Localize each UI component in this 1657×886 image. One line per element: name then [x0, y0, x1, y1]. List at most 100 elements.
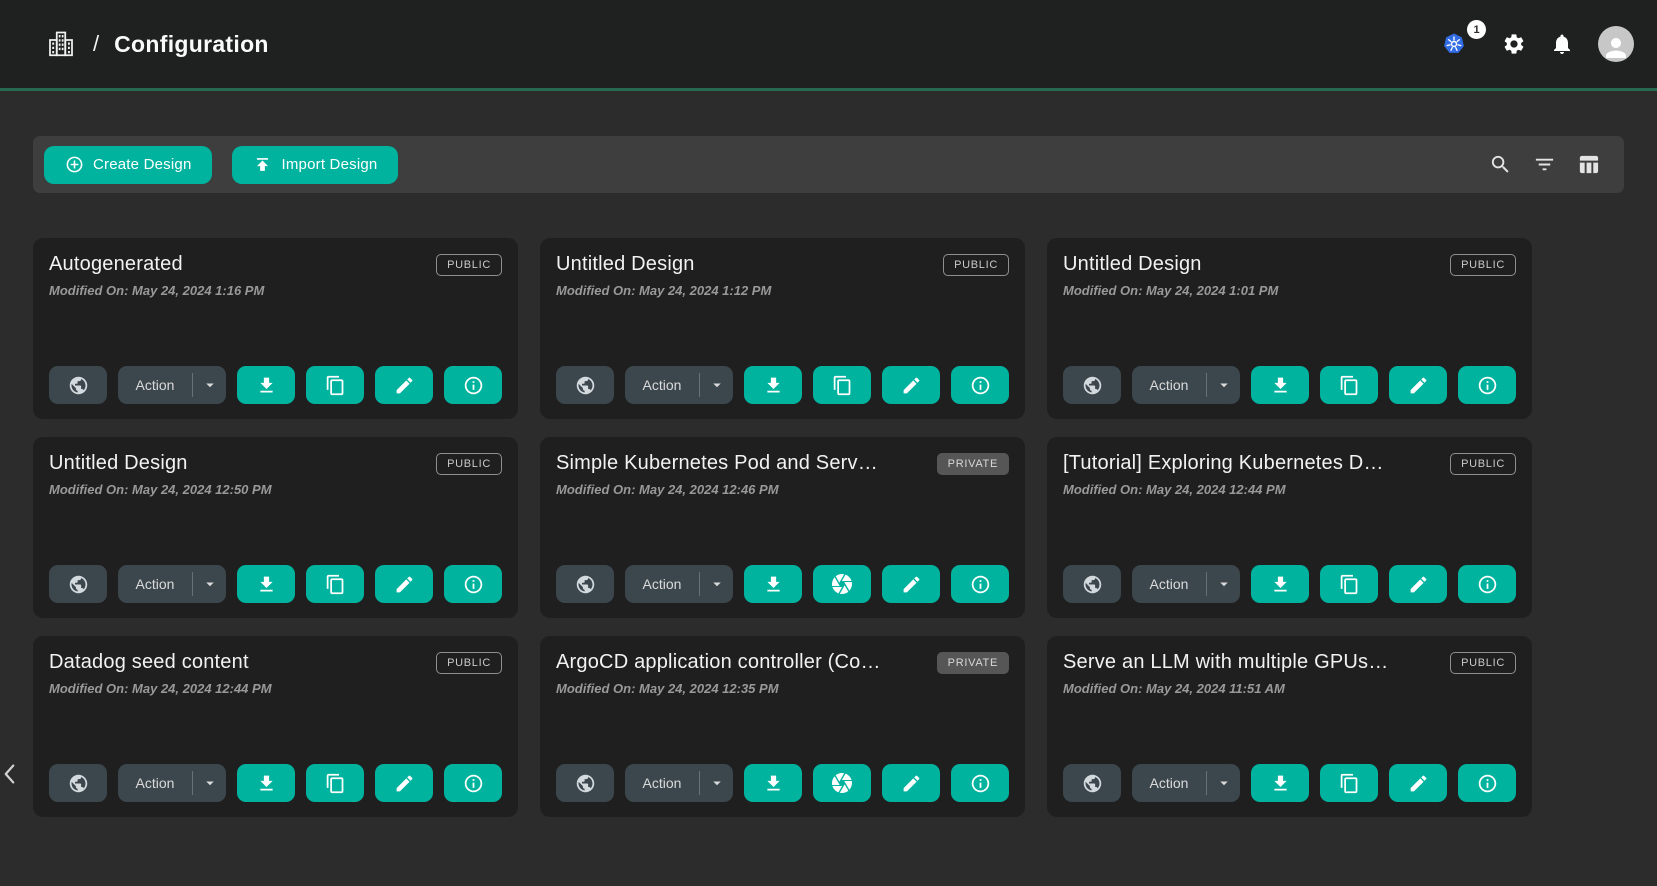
- visibility-globe-button[interactable]: [1063, 366, 1121, 404]
- download-button[interactable]: [1251, 565, 1309, 603]
- info-button[interactable]: [951, 764, 1009, 802]
- clone-icon: [832, 375, 853, 396]
- visibility-badge: PUBLIC: [436, 652, 502, 674]
- download-button[interactable]: [1251, 764, 1309, 802]
- collapse-panel-chevron[interactable]: [2, 760, 22, 788]
- edit-button[interactable]: [375, 565, 433, 603]
- download-button[interactable]: [744, 366, 802, 404]
- download-icon: [1270, 574, 1291, 595]
- download-icon: [1270, 773, 1291, 794]
- kubernetes-context-button[interactable]: 1: [1442, 26, 1478, 62]
- action-split-button[interactable]: Action: [625, 366, 733, 404]
- edit-button[interactable]: [882, 764, 940, 802]
- design-card: Serve an LLM with multiple GPUs… PUBLIC …: [1047, 636, 1532, 817]
- design-title: ArgoCD application controller (Co…: [556, 651, 925, 674]
- visibility-globe-button[interactable]: [556, 366, 614, 404]
- info-button[interactable]: [444, 764, 502, 802]
- clone-icon: [325, 375, 346, 396]
- info-button[interactable]: [444, 366, 502, 404]
- search-icon: [1489, 153, 1512, 176]
- action-dropdown-toggle[interactable]: [193, 764, 226, 802]
- edit-button[interactable]: [375, 764, 433, 802]
- download-button[interactable]: [744, 764, 802, 802]
- action-dropdown-toggle[interactable]: [700, 366, 733, 404]
- import-design-button[interactable]: Import Design: [232, 146, 398, 184]
- visibility-globe-button[interactable]: [49, 764, 107, 802]
- action-split-button[interactable]: Action: [118, 764, 226, 802]
- globe-icon: [575, 773, 596, 794]
- action-dropdown-toggle[interactable]: [700, 764, 733, 802]
- table-view-button[interactable]: [1577, 153, 1600, 176]
- clone-button[interactable]: [1320, 366, 1378, 404]
- design-swirl-button[interactable]: [813, 764, 871, 802]
- action-dropdown-toggle[interactable]: [193, 565, 226, 603]
- visibility-globe-button[interactable]: [49, 366, 107, 404]
- visibility-globe-button[interactable]: [556, 764, 614, 802]
- edit-button[interactable]: [375, 366, 433, 404]
- card-header-row: Serve an LLM with multiple GPUs… PUBLIC: [1063, 651, 1516, 674]
- visibility-globe-button[interactable]: [1063, 565, 1121, 603]
- info-button[interactable]: [1458, 366, 1516, 404]
- action-split-button[interactable]: Action: [118, 366, 226, 404]
- edit-button[interactable]: [1389, 366, 1447, 404]
- globe-icon: [68, 375, 89, 396]
- notifications-button[interactable]: [1550, 32, 1574, 56]
- filter-button[interactable]: [1533, 153, 1556, 176]
- modified-on-text: Modified On: May 24, 2024 11:51 AM: [1063, 681, 1516, 696]
- info-button[interactable]: [1458, 764, 1516, 802]
- download-button[interactable]: [237, 764, 295, 802]
- info-button[interactable]: [1458, 565, 1516, 603]
- visibility-badge: PUBLIC: [436, 254, 502, 276]
- edit-icon: [1408, 574, 1429, 595]
- action-dropdown-toggle[interactable]: [700, 565, 733, 603]
- clone-icon: [325, 773, 346, 794]
- info-button[interactable]: [951, 565, 1009, 603]
- design-swirl-button[interactable]: [813, 565, 871, 603]
- edit-button[interactable]: [882, 565, 940, 603]
- action-split-button[interactable]: Action: [1132, 565, 1240, 603]
- edit-button[interactable]: [882, 366, 940, 404]
- edit-button[interactable]: [1389, 764, 1447, 802]
- info-button[interactable]: [444, 565, 502, 603]
- clone-button[interactable]: [1320, 764, 1378, 802]
- card-action-bar: Action: [1063, 366, 1516, 404]
- action-split-button[interactable]: Action: [118, 565, 226, 603]
- action-dropdown-toggle[interactable]: [1207, 764, 1240, 802]
- modified-on-text: Modified On: May 24, 2024 12:44 PM: [49, 681, 502, 696]
- download-button[interactable]: [237, 366, 295, 404]
- clone-button[interactable]: [306, 366, 364, 404]
- action-dropdown-toggle[interactable]: [1207, 366, 1240, 404]
- visibility-globe-button[interactable]: [556, 565, 614, 603]
- download-button[interactable]: [744, 565, 802, 603]
- create-design-button[interactable]: Create Design: [44, 146, 212, 184]
- action-button-label: Action: [1132, 366, 1206, 404]
- edit-icon: [1408, 375, 1429, 396]
- download-icon: [763, 375, 784, 396]
- action-split-button[interactable]: Action: [625, 565, 733, 603]
- design-grid: Autogenerated PUBLIC Modified On: May 24…: [33, 238, 1657, 817]
- clone-button[interactable]: [306, 764, 364, 802]
- card-header-row: Untitled Design PUBLIC: [556, 253, 1009, 276]
- download-button[interactable]: [1251, 366, 1309, 404]
- search-button[interactable]: [1489, 153, 1512, 176]
- info-button[interactable]: [951, 366, 1009, 404]
- clone-button[interactable]: [1320, 565, 1378, 603]
- info-icon: [463, 773, 484, 794]
- action-dropdown-toggle[interactable]: [193, 366, 226, 404]
- visibility-globe-button[interactable]: [1063, 764, 1121, 802]
- visibility-globe-button[interactable]: [49, 565, 107, 603]
- action-button-label: Action: [625, 764, 699, 802]
- action-button-label: Action: [1132, 764, 1206, 802]
- action-split-button[interactable]: Action: [1132, 764, 1240, 802]
- action-dropdown-toggle[interactable]: [1207, 565, 1240, 603]
- avatar[interactable]: [1598, 26, 1634, 62]
- edit-button[interactable]: [1389, 565, 1447, 603]
- clone-button[interactable]: [306, 565, 364, 603]
- card-action-bar: Action: [1063, 565, 1516, 603]
- clone-button[interactable]: [813, 366, 871, 404]
- action-split-button[interactable]: Action: [625, 764, 733, 802]
- design-title: [Tutorial] Exploring Kubernetes D…: [1063, 452, 1438, 475]
- action-split-button[interactable]: Action: [1132, 366, 1240, 404]
- download-button[interactable]: [237, 565, 295, 603]
- settings-button[interactable]: [1502, 32, 1526, 56]
